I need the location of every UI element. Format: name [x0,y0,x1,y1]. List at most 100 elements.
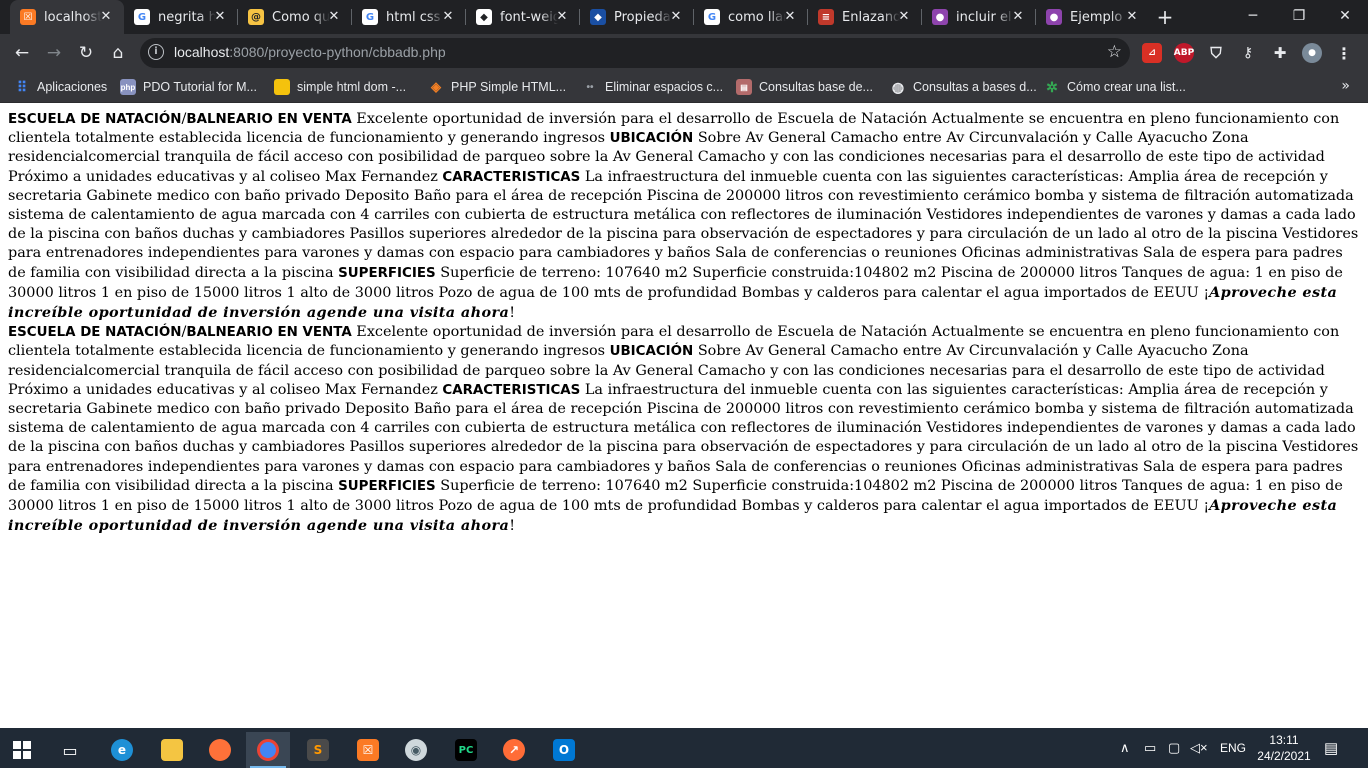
tab-3[interactable]: G html css ✕ [352,0,466,34]
task-view-button[interactable]: ▭ [48,732,92,768]
taskbar-sublime[interactable]: S [296,732,340,768]
windows-taskbar: ▭ e S ☒ ◉ PC ↗ O ∧ ▭ ▢ ◁× ENG 13:11 24/2… [0,728,1368,768]
battery-icon[interactable]: ▭ [1144,728,1156,768]
close-icon[interactable]: ✕ [668,9,684,25]
tab-4[interactable]: ◆ font-weig ✕ [466,0,580,34]
page-content: ESCUELA DE NATACIÓN/BALNEARIO EN VENTA E… [8,110,1360,536]
tray-chevron-up-icon[interactable]: ∧ [1120,728,1130,768]
clock-time: 13:11 [1269,733,1299,747]
taskbar-file-explorer[interactable] [150,732,194,768]
taskbar-edge[interactable]: e [100,732,144,768]
task-view-icon: ▭ [62,740,78,760]
tab-2[interactable]: @ Como qu ✕ [238,0,352,34]
info-icon[interactable]: i [148,44,164,60]
taskbar-chrome[interactable] [246,732,290,768]
tab-1[interactable]: G negrita h ✕ [124,0,238,34]
avatar[interactable]: ● [1302,43,1322,63]
extensions-puzzle-icon[interactable]: ✚ [1270,43,1290,63]
tab-7[interactable]: ≡ Enlazand ✕ [808,0,922,34]
address-bar[interactable]: i localhost:8080/proyecto-python/cbbadb.… [140,38,1130,68]
home-icon[interactable]: ⌂ [106,41,130,65]
site-icon: ● [1046,9,1062,25]
bookmark-apps[interactable]: ⠿ Aplicaciones [14,78,107,96]
tab-title: Propieda [614,9,671,25]
taskbar-app[interactable]: ◉ [394,732,438,768]
clock-date: 24/2/2021 [1257,749,1311,763]
volume-muted-icon[interactable]: ◁× [1190,728,1208,768]
back-arrow-icon[interactable]: ← [10,41,34,65]
system-clock[interactable]: 13:11 24/2/2021 [1252,732,1316,764]
heading-superficies: SUPERFICIES [338,478,436,494]
bookmark-label: Eliminar espacios c... [605,80,724,94]
network-icon[interactable]: ▢ [1168,728,1180,768]
tab-8[interactable]: ● incluir el ✕ [922,0,1036,34]
tab-title: negrita h [158,9,216,25]
taskbar-postman[interactable]: ↗ [492,732,536,768]
globe-icon: ◍ [891,78,905,95]
tab-6[interactable]: G como llar ✕ [694,0,808,34]
sublime-text-icon: S [307,739,329,761]
bookmark-item[interactable]: ◈ PHP Simple HTML... [428,78,566,96]
close-icon[interactable]: ✕ [212,9,228,25]
new-tab-button[interactable]: + [1154,6,1176,28]
forward-arrow-icon[interactable]: → [42,41,66,65]
php-icon: php [120,79,136,95]
close-icon[interactable]: ✕ [326,9,342,25]
bookmark-item[interactable]: ✲ Cómo crear una list... [1044,78,1186,96]
bookmark-item[interactable]: ▤ Consultas base de... [736,78,873,96]
browser-toolbar: ← → ↻ ⌂ i localhost:8080/proyecto-python… [0,34,1368,72]
start-button[interactable] [0,732,44,768]
outlook-icon: O [553,739,575,761]
reload-icon[interactable]: ↻ [74,41,98,65]
site-icon: ◈ [431,79,441,94]
shield-icon[interactable]: ⛉ [1206,43,1226,63]
heading-escuela: ESCUELA DE NATACIÓN [8,112,182,127]
bookmarks-overflow-button[interactable]: » [1341,78,1350,94]
close-icon[interactable]: ✕ [440,9,456,25]
pycharm-icon: PC [455,739,477,761]
bookmark-item[interactable]: ◍ Consultas a bases d... [890,78,1037,96]
cta-end: ! [509,518,515,535]
site-icon: •• [586,81,594,93]
postman-icon: ↗ [503,739,525,761]
bookmark-item[interactable]: php PDO Tutorial for M... [120,78,257,96]
taskbar-pycharm[interactable]: PC [444,732,488,768]
notifications-icon[interactable]: ▤ [1324,728,1338,768]
xampp-icon: ☒ [20,9,36,25]
taskbar-outlook[interactable]: O [542,732,586,768]
close-icon[interactable]: ✕ [1010,9,1026,25]
bookmark-item[interactable]: simple html dom -... [274,78,406,96]
pdf-extension-icon[interactable]: ⊿ [1142,43,1162,63]
google-icon: G [134,9,150,25]
listing-paragraph: ESCUELA DE NATACIÓN/BALNEARIO EN VENTA E… [8,110,1360,323]
bookmark-item[interactable]: •• Eliminar espacios c... [582,78,723,96]
tab-5[interactable]: ◆ Propieda ✕ [580,0,694,34]
bookmark-label: PDO Tutorial for M... [143,80,257,94]
cta-end: ! [509,305,515,322]
close-icon[interactable]: ✕ [1124,9,1140,25]
tab-0[interactable]: ☒ localhost ✕ [10,0,124,34]
adblock-icon[interactable]: ABP [1174,43,1194,63]
bookmark-label: Cómo crear una list... [1067,80,1186,94]
firefox-icon [209,739,231,761]
tab-title: como llar [728,9,786,25]
menu-kebab-icon[interactable]: ⋮ [1334,43,1354,63]
key-icon[interactable]: ⚷ [1238,43,1258,63]
taskbar-xampp[interactable]: ☒ [346,732,390,768]
language-indicator[interactable]: ENG [1220,728,1246,768]
minimize-button[interactable]: ─ [1230,0,1276,34]
maximize-button[interactable]: ❐ [1276,0,1322,34]
bookmark-label: PHP Simple HTML... [451,80,567,94]
close-window-button[interactable]: ✕ [1322,0,1368,34]
taskbar-firefox[interactable] [198,732,242,768]
url-text[interactable]: localhost:8080/proyecto-python/cbbadb.ph… [174,44,446,60]
close-icon[interactable]: ✕ [782,9,798,25]
close-icon[interactable]: ✕ [896,9,912,25]
bookmark-star-icon[interactable]: ☆ [1107,42,1122,62]
tab-title: incluir el [956,9,1012,25]
close-icon[interactable]: ✕ [98,9,114,25]
heading-ubicacion: UBICACIÓN [609,344,694,360]
heading-caracteristicas: CARACTERISTICAS [442,169,581,185]
close-icon[interactable]: ✕ [554,9,570,25]
tab-9[interactable]: ● Ejemplo c ✕ [1036,0,1150,34]
